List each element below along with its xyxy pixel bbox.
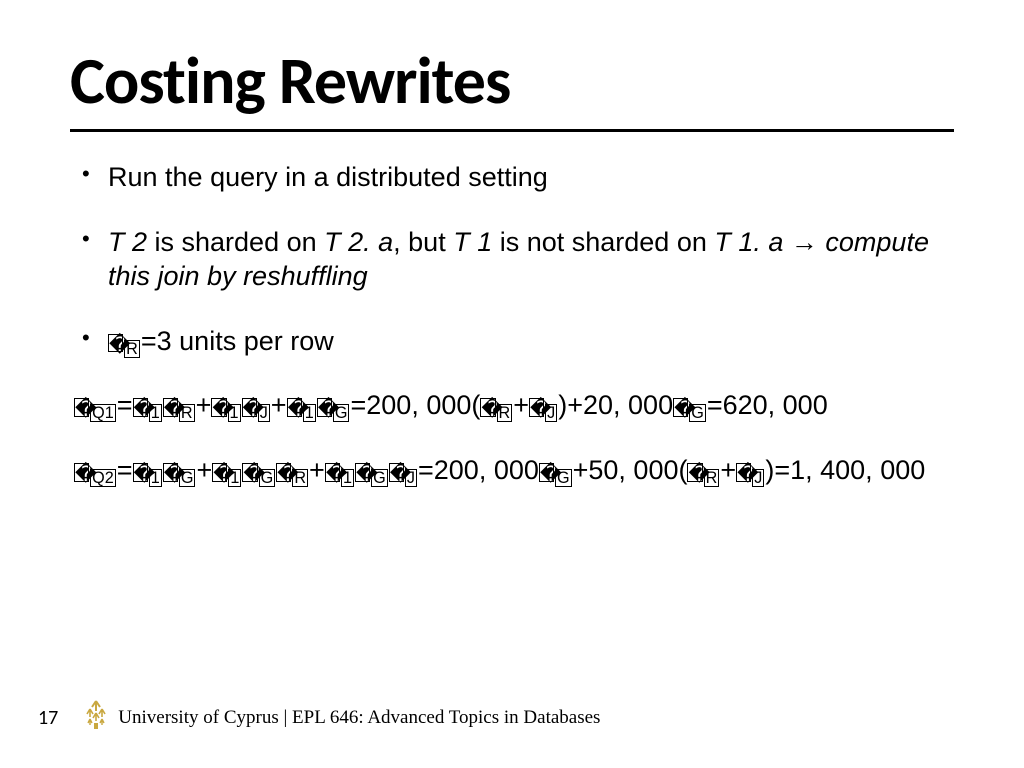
- sub-r: R: [179, 404, 195, 422]
- sub-j: J: [752, 469, 764, 487]
- sub-r: R: [704, 469, 720, 487]
- sub-q1: Q1: [90, 404, 116, 422]
- box-glyph: �: [242, 463, 257, 482]
- box-glyph: �: [480, 398, 495, 417]
- bullet-1: Run the query in a distributed setting: [74, 160, 954, 195]
- box-glyph: �: [529, 398, 544, 417]
- bullet-3: �R=3 units per row: [74, 324, 954, 359]
- sub-1: 1: [228, 404, 241, 422]
- f2-mid2: +50, 000(: [573, 455, 688, 485]
- page-number: 17: [38, 706, 58, 730]
- sub-j: J: [405, 469, 417, 487]
- bullet-1-text: Run the query in a distributed setting: [108, 162, 548, 192]
- box-glyph: �: [133, 398, 148, 417]
- sub-1: 1: [149, 469, 162, 487]
- sub-g: G: [689, 404, 706, 422]
- box-glyph: �: [276, 463, 291, 482]
- box-glyph: �: [355, 463, 370, 482]
- sub-1: 1: [341, 469, 354, 487]
- sub-q2: Q2: [90, 469, 116, 487]
- slide: Costing Rewrites Run the query in a dist…: [0, 0, 1024, 768]
- box-glyph: �: [242, 398, 257, 417]
- box-glyph: �: [211, 398, 226, 417]
- box-glyph: �: [673, 398, 688, 417]
- box-glyph: �: [736, 463, 751, 482]
- box-glyph: �: [74, 398, 89, 417]
- f2-mid1: 00, 000: [449, 455, 539, 485]
- f1-mid: )+20, 000: [558, 390, 673, 420]
- b2-t2: T 2: [108, 227, 147, 257]
- arrow-icon: →: [791, 227, 818, 257]
- b2-t1a: T 1. a: [714, 227, 791, 257]
- sub-g: G: [555, 469, 572, 487]
- f1-end: =620, 000: [707, 390, 828, 420]
- box-glyph: �: [325, 463, 340, 482]
- f2-end: )=1, 400, 000: [765, 455, 925, 485]
- sub-j: J: [545, 404, 557, 422]
- title-underline: [70, 129, 954, 132]
- box-glyph: �: [317, 398, 332, 417]
- footer-text: University of Cyprus | EPL 646: Advanced…: [118, 707, 600, 729]
- box-glyph: �: [287, 398, 302, 417]
- box-glyph: �: [74, 463, 89, 482]
- box-glyph: �: [133, 463, 148, 482]
- box-glyph: �: [163, 398, 178, 417]
- sub-j: J: [258, 404, 270, 422]
- bullet-2: T 2 is sharded on T 2. a, but T 1 is not…: [74, 225, 954, 294]
- box-glyph: �: [389, 463, 404, 482]
- b3-tail: 3 units per row: [157, 326, 334, 356]
- b2-t1: T 1: [453, 227, 492, 257]
- sub-1: 1: [228, 469, 241, 487]
- box-glyph: �: [539, 463, 554, 482]
- formula-1: �Q1=�1�R+�1�J+�1�G=200, 000(�R+�J)+20, 0…: [70, 388, 954, 423]
- sub-g: G: [371, 469, 388, 487]
- box-glyph: �: [163, 463, 178, 482]
- sub-g: G: [179, 469, 196, 487]
- footer: 17 University of Cyprus | EPL 646: Advan…: [0, 699, 1024, 736]
- slide-title: Costing Rewrites: [70, 40, 954, 121]
- university-logo-icon: [82, 699, 110, 736]
- box-glyph: �: [212, 463, 227, 482]
- sub-g: G: [259, 469, 276, 487]
- sub-r: R: [497, 404, 513, 422]
- box-glyph: �: [687, 463, 702, 482]
- sub-1: 1: [303, 404, 316, 422]
- sub-1: 1: [149, 404, 162, 422]
- formula-2: �Q2=�1�G+�1�G�R+�1�G�J=200, 000�G+50, 00…: [70, 453, 954, 488]
- sub-r: R: [292, 469, 308, 487]
- f1-tail: 00, 000(: [381, 390, 480, 420]
- b2-m3: , but: [393, 227, 453, 257]
- box-glyph: �: [108, 334, 123, 353]
- b2-m5: is not sharded on: [492, 227, 714, 257]
- bullet-list: Run the query in a distributed setting T…: [70, 160, 954, 358]
- sub-g: G: [333, 404, 350, 422]
- b2-m1: is sharded on: [147, 227, 324, 257]
- b2-t2a: T 2. a: [324, 227, 393, 257]
- sub-r: R: [124, 340, 140, 358]
